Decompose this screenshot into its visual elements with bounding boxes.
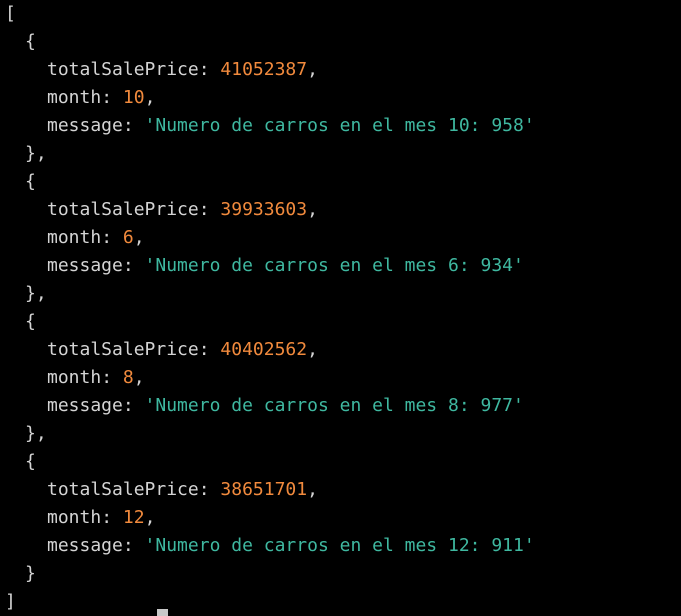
object-close: } [0,560,681,588]
object-close: }, [0,140,681,168]
field-comma: , [307,199,318,220]
field-colon: : [122,395,145,416]
field-comma: , [307,59,318,80]
field-month: month: 12, [0,504,681,532]
field-key: totalSalePrice [47,339,199,360]
field-total-sale-price: totalSalePrice: 40402562, [0,336,681,364]
field-key: totalSalePrice [47,59,199,80]
array-close: ] [0,588,681,616]
field-colon: : [122,535,145,556]
message-value: 'Numero de carros en el mes 10: 958' [144,115,535,136]
month-value: 8 [122,367,134,388]
object-close: }, [0,280,681,308]
field-key: totalSalePrice [47,199,199,220]
close-brace: } [25,563,36,584]
field-comma: , [133,367,145,388]
total-sale-price-value: 41052387 [220,59,308,80]
object-open: { [0,168,681,196]
field-message: message: 'Numero de carros en el mes 12:… [0,532,681,560]
close-brace: }, [25,423,47,444]
message-value: 'Numero de carros en el mes 6: 934' [144,255,524,276]
field-key: month [47,367,102,388]
field-comma: , [307,339,318,360]
field-key: message [47,395,123,416]
field-key: totalSalePrice [47,479,199,500]
field-colon: : [101,87,123,108]
object-open: { [0,28,681,56]
object-open: { [0,448,681,476]
field-colon: : [101,507,123,528]
field-colon: : [122,255,145,276]
total-sale-price-value: 40402562 [220,339,308,360]
field-total-sale-price: totalSalePrice: 38651701, [0,476,681,504]
field-key: message [47,255,123,276]
open-bracket: [ [5,3,16,24]
close-brace: }, [25,283,47,304]
field-comma: , [144,507,156,528]
field-comma: , [133,227,145,248]
month-value: 10 [122,87,145,108]
field-colon: : [198,59,221,80]
total-sale-price-value: 38651701 [220,479,308,500]
field-total-sale-price: totalSalePrice: 41052387, [0,56,681,84]
message-value: 'Numero de carros en el mes 8: 977' [144,395,524,416]
message-value: 'Numero de carros en el mes 12: 911' [144,535,535,556]
close-brace: }, [25,143,47,164]
field-comma: , [144,87,156,108]
field-colon: : [122,115,145,136]
field-message: message: 'Numero de carros en el mes 8: … [0,392,681,420]
field-key: message [47,535,123,556]
field-colon: : [198,339,221,360]
field-message: message: 'Numero de carros en el mes 6: … [0,252,681,280]
field-month: month: 10, [0,84,681,112]
field-colon: : [101,367,123,388]
field-colon: : [198,199,221,220]
field-colon: : [198,479,221,500]
close-bracket: ] [5,591,16,612]
object-open: { [0,308,681,336]
field-message: message: 'Numero de carros en el mes 10:… [0,112,681,140]
terminal-cursor [157,609,168,616]
field-key: month [47,87,102,108]
open-brace: { [25,31,36,52]
total-sale-price-value: 39933603 [220,199,308,220]
field-month: month: 8, [0,364,681,392]
field-key: message [47,115,123,136]
terminal-output[interactable]: [ { totalSalePrice: 41052387, month: 10,… [0,0,681,616]
open-brace: { [25,311,36,332]
open-brace: { [25,171,36,192]
open-brace: { [25,451,36,472]
field-total-sale-price: totalSalePrice: 39933603, [0,196,681,224]
field-month: month: 6, [0,224,681,252]
month-value: 12 [122,507,145,528]
object-close: }, [0,420,681,448]
field-comma: , [307,479,318,500]
field-key: month [47,507,102,528]
array-open: [ [0,0,681,28]
field-key: month [47,227,102,248]
field-colon: : [101,227,123,248]
month-value: 6 [122,227,134,248]
